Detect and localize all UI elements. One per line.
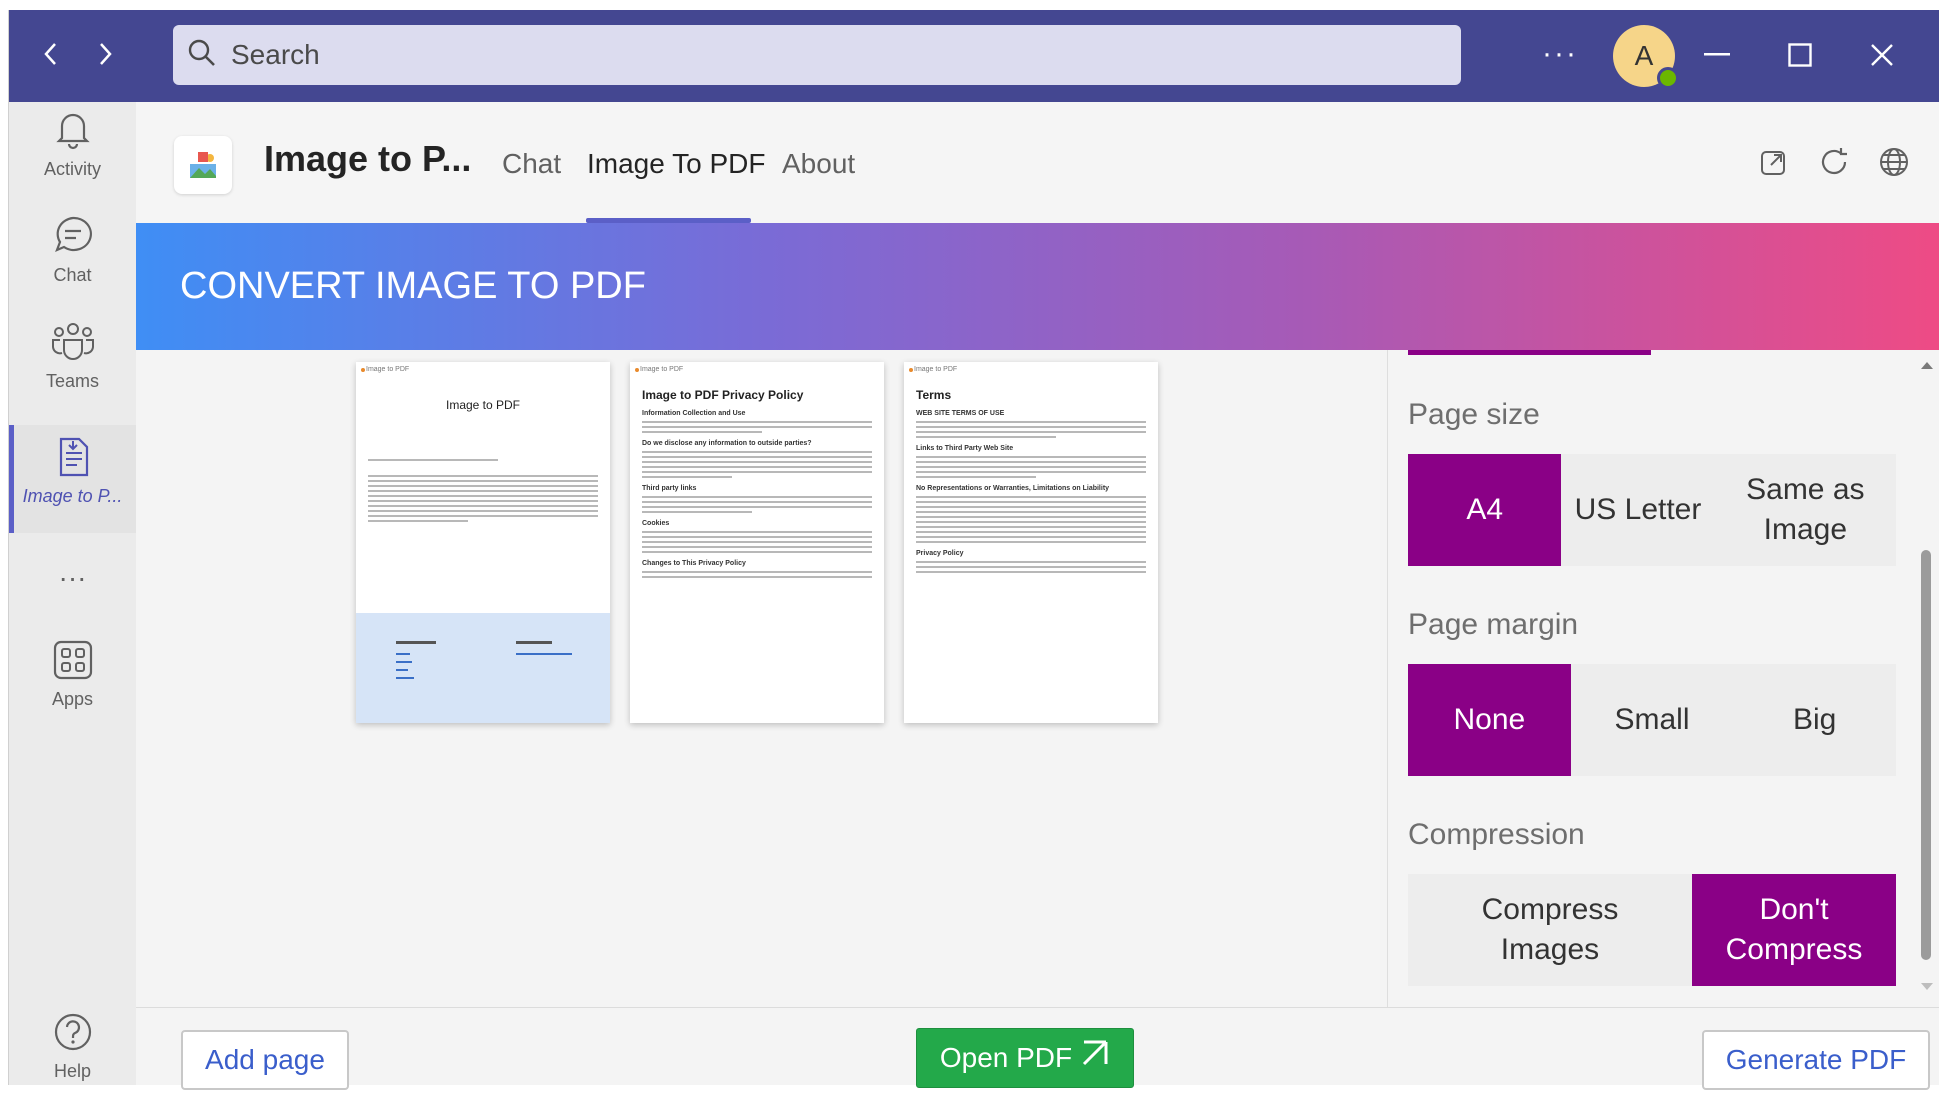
- app-title: Image to P...: [264, 138, 472, 179]
- bell-icon: [53, 108, 93, 155]
- teams-icon: [50, 320, 96, 367]
- banner-title: CONVERT IMAGE TO PDF: [180, 265, 646, 307]
- rail-label-help: Help: [53, 1061, 92, 1081]
- presence-available-icon: [1657, 67, 1679, 89]
- thumbnail-title: Image to PDF Privacy Policy: [642, 388, 804, 402]
- thumbnail-heading: Changes to This Privacy Policy: [642, 560, 746, 567]
- thumbnail-heading: Links to Third Party Web Site: [916, 445, 1014, 452]
- page-thumbnail[interactable]: Image to PDF Image to PDF: [356, 362, 610, 723]
- more-options-icon[interactable]: ···: [1537, 34, 1583, 74]
- chat-icon: [52, 214, 94, 261]
- page-size-a4-option[interactable]: A4: [1408, 454, 1562, 566]
- page-size-same-as-image-option[interactable]: Same as Image: [1715, 454, 1896, 566]
- thumbnail-header: Image to PDF: [356, 362, 610, 380]
- page-size-options: A4 US Letter Same as Image: [1408, 454, 1896, 566]
- thumbnail-heading: WEB SITE TERMS OF USE: [916, 410, 1005, 417]
- teams-window: Search ··· A Activity Chat Teams Image t…: [8, 10, 1939, 1090]
- settings-scrollbar[interactable]: [1915, 350, 1939, 1007]
- thumbnail-heading: Privacy Policy: [916, 550, 964, 557]
- page-thumbnail[interactable]: Image to PDF Terms WEB SITE TERMS OF USE…: [904, 362, 1158, 723]
- generate-pdf-button[interactable]: Generate PDF: [1702, 1030, 1930, 1090]
- rail-item-image-to-pdf[interactable]: Image to P...: [9, 425, 136, 533]
- maximize-icon[interactable]: [1775, 32, 1825, 78]
- rail-label-chat: Chat: [53, 265, 92, 285]
- page-margin-label: Page margin: [1408, 608, 1579, 641]
- compression-options: Compress Images Don't Compress: [1408, 874, 1896, 986]
- page-thumbnail[interactable]: Image to PDF Image to PDF Privacy Policy…: [630, 362, 884, 723]
- app-header: Image to P... Chat Image To PDF About: [136, 102, 1939, 223]
- page-thumbnails-area: Image to PDF Image to PDF Image to PDF I…: [136, 350, 1387, 1007]
- globe-icon[interactable]: [1874, 142, 1914, 182]
- scrollbar-thumb[interactable]: [1921, 550, 1931, 960]
- page-size-label: Page size: [1408, 398, 1540, 431]
- thumbnail-header: Image to PDF: [630, 362, 884, 380]
- app-logo-icon: [174, 136, 232, 194]
- scroll-up-arrow-icon[interactable]: [1920, 360, 1934, 370]
- thumbnail-heading: Do we disclose any information to outsid…: [642, 440, 812, 447]
- open-pdf-label: Open PDF: [939, 1042, 1073, 1073]
- app-rail: Activity Chat Teams Image to P... ··· Ap…: [9, 102, 136, 1085]
- thumbnail-heading: No Representations or Warranties, Limita…: [916, 485, 1110, 492]
- thumbnail-heading: Cookies: [642, 520, 670, 527]
- thumbnail-title: Image to PDF: [445, 398, 521, 412]
- tab-about[interactable]: About: [782, 148, 855, 180]
- help-icon: [53, 1012, 93, 1057]
- minimize-icon[interactable]: [1692, 32, 1742, 78]
- thumbnail-heading: Information Collection and Use: [642, 410, 746, 417]
- rail-label-image-to-pdf: Image to P...: [22, 486, 123, 506]
- compression-label: Compression: [1408, 818, 1585, 851]
- open-pdf-button[interactable]: Open PDF: [916, 1028, 1134, 1088]
- rail-more-icon[interactable]: ···: [9, 548, 136, 608]
- settings-panel: Page size A4 US Letter Same as Image Pag…: [1387, 350, 1939, 1007]
- thumbnail-heading: Third party links: [642, 485, 697, 492]
- refresh-icon[interactable]: [1814, 142, 1854, 182]
- external-link-icon: [1080, 1040, 1110, 1077]
- rail-label-activity: Activity: [43, 159, 101, 179]
- page-margin-big-option[interactable]: Big: [1733, 664, 1896, 776]
- avatar-initial: A: [1634, 40, 1654, 71]
- thumbnail-footer: [356, 613, 610, 723]
- panel-scrolled-option-edge: [1408, 350, 1651, 355]
- page-margin-small-option[interactable]: Small: [1571, 664, 1734, 776]
- back-arrow-icon[interactable]: [31, 34, 71, 74]
- search-placeholder: Search: [231, 39, 320, 70]
- page-margin-none-option[interactable]: None: [1408, 664, 1571, 776]
- page-margin-options: None Small Big: [1408, 664, 1896, 776]
- forward-arrow-icon[interactable]: [85, 34, 125, 74]
- thumbnail-title: Terms: [916, 388, 952, 402]
- rail-item-apps[interactable]: Apps: [9, 640, 136, 740]
- compress-images-option[interactable]: Compress Images: [1408, 874, 1692, 986]
- search-input[interactable]: Search: [173, 25, 1461, 85]
- rail-item-activity[interactable]: Activity: [9, 108, 136, 208]
- bottom-action-bar: Add page Open PDF Generate PDF: [136, 1007, 1939, 1090]
- avatar[interactable]: A: [1613, 25, 1679, 89]
- rail-item-chat[interactable]: Chat: [9, 214, 136, 314]
- tab-image-to-pdf[interactable]: Image To PDF: [587, 148, 765, 180]
- dont-compress-option[interactable]: Don't Compress: [1692, 874, 1896, 986]
- page-size-us-letter-option[interactable]: US Letter: [1561, 454, 1714, 566]
- rail-item-help[interactable]: Help: [9, 1012, 136, 1112]
- apps-icon: [53, 640, 93, 685]
- close-icon[interactable]: [1857, 32, 1907, 78]
- scroll-down-arrow-icon[interactable]: [1920, 982, 1934, 992]
- thumbnail-header: Image to PDF: [904, 362, 1158, 380]
- pop-out-icon[interactable]: [1754, 142, 1794, 182]
- app-doc-icon: [55, 437, 91, 482]
- convert-banner: CONVERT IMAGE TO PDF: [136, 223, 1939, 350]
- rail-label-teams: Teams: [45, 371, 99, 391]
- add-page-button[interactable]: Add page: [181, 1030, 349, 1090]
- title-bar: Search ··· A: [9, 10, 1939, 102]
- rail-item-teams[interactable]: Teams: [9, 320, 136, 420]
- active-indicator: [9, 425, 14, 533]
- rail-label-apps: Apps: [51, 689, 94, 709]
- tab-chat[interactable]: Chat: [502, 148, 561, 180]
- search-icon: [187, 38, 217, 73]
